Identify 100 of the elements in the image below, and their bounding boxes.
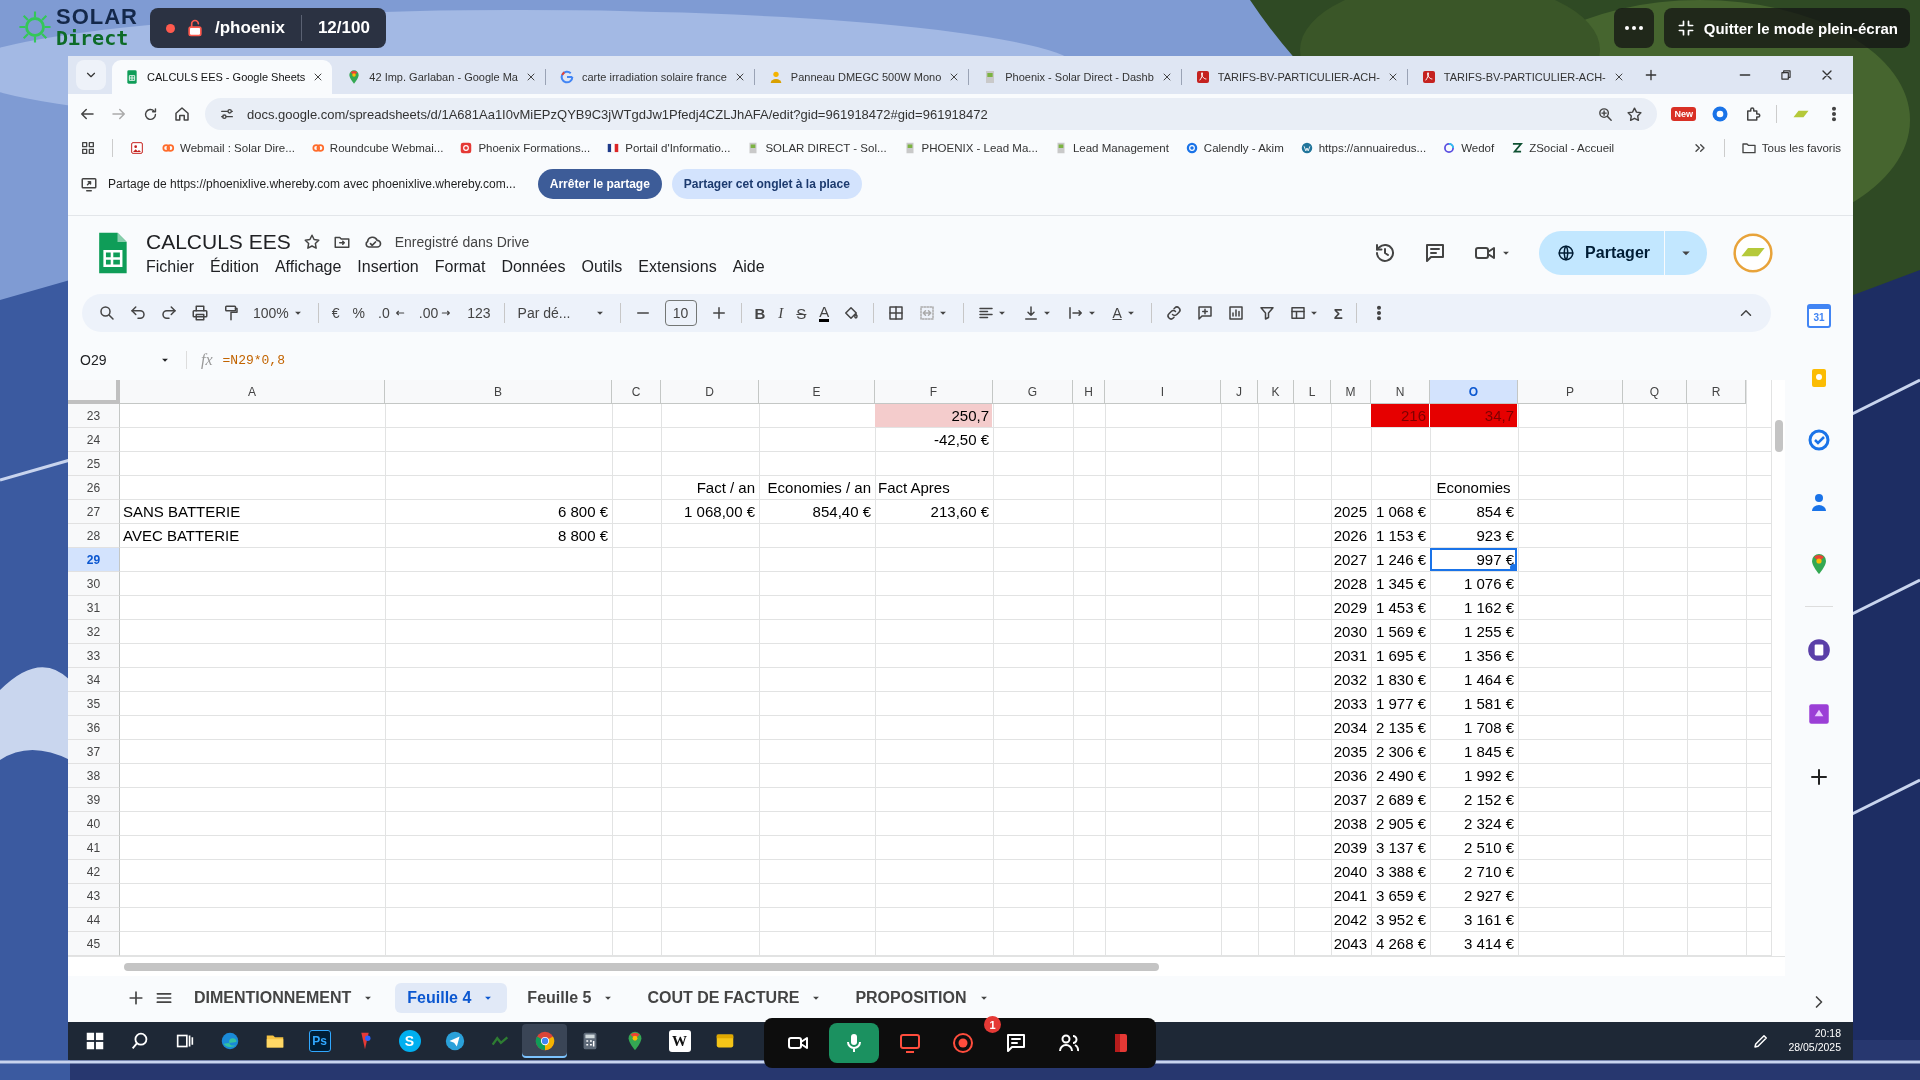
browser-tab[interactable]: TARIFS-BV-PARTICULIER-ACH- bbox=[1182, 60, 1407, 94]
row-header[interactable]: 45 bbox=[68, 932, 120, 956]
bookmark[interactable]: Lead Management bbox=[1053, 141, 1169, 155]
extension-icon[interactable] bbox=[1710, 104, 1730, 124]
bookmark[interactable]: Phoenix Formations... bbox=[459, 141, 591, 155]
extensions-icon[interactable] bbox=[1744, 105, 1762, 123]
bookmark[interactable]: Roundcube Webmai... bbox=[310, 141, 444, 155]
link-icon[interactable] bbox=[1164, 304, 1183, 322]
row-header[interactable]: 43 bbox=[68, 884, 120, 908]
zoom-dropdown[interactable]: 100% bbox=[253, 305, 305, 321]
column-header[interactable]: M bbox=[1331, 380, 1371, 404]
column-header[interactable]: J bbox=[1221, 380, 1258, 404]
print-icon[interactable] bbox=[191, 304, 209, 322]
strikethrough-button[interactable]: S bbox=[796, 304, 807, 322]
document-title[interactable]: CALCULS EES bbox=[146, 230, 291, 254]
menu-item[interactable]: Outils bbox=[581, 258, 623, 276]
fill-handle[interactable] bbox=[1510, 564, 1517, 571]
menu-item[interactable]: Édition bbox=[210, 258, 259, 276]
menu-item[interactable]: Données bbox=[501, 258, 566, 276]
fill-color-icon[interactable] bbox=[842, 304, 861, 322]
sheet-tab[interactable]: Feuille 5 bbox=[515, 983, 628, 1013]
bookmark[interactable]: https://annuairedus... bbox=[1299, 141, 1427, 155]
menu-item[interactable]: Insertion bbox=[357, 258, 419, 276]
row-header[interactable]: 44 bbox=[68, 908, 120, 932]
sheet-tab[interactable]: PROPOSITION bbox=[843, 983, 1003, 1013]
zoom-icon[interactable] bbox=[1597, 105, 1615, 123]
app-icon[interactable] bbox=[1806, 701, 1832, 727]
site-info-icon[interactable] bbox=[219, 106, 235, 122]
menu-item[interactable]: Fichier bbox=[146, 258, 194, 276]
scrollbar-thumb[interactable] bbox=[124, 962, 1159, 971]
browser-tab[interactable]: Panneau DMEGC 500W Mono bbox=[755, 60, 969, 94]
row-header[interactable]: 31 bbox=[68, 596, 120, 620]
font-dropdown[interactable]: Par dé... bbox=[517, 305, 607, 321]
table-icon[interactable] bbox=[1288, 304, 1307, 322]
bookmark[interactable]: PHOENIX - Lead Ma... bbox=[902, 141, 1038, 155]
taskbar-app[interactable]: Ps bbox=[297, 1024, 342, 1058]
menu-item[interactable]: Format bbox=[434, 258, 486, 276]
row-header[interactable]: 26 bbox=[68, 476, 120, 500]
paint-format-icon[interactable] bbox=[222, 304, 240, 322]
row-header[interactable]: 38 bbox=[68, 764, 120, 788]
share-button[interactable]: Partager bbox=[1539, 231, 1665, 275]
column-header[interactable]: L bbox=[1294, 380, 1331, 404]
column-header[interactable]: A bbox=[120, 380, 385, 404]
bookmark[interactable]: SOLAR DIRECT - Sol... bbox=[746, 141, 887, 155]
formula-field[interactable]: =N29*0,8 bbox=[222, 352, 285, 368]
row-header[interactable]: 39 bbox=[68, 788, 120, 812]
row-header[interactable]: 42 bbox=[68, 860, 120, 884]
bookmark[interactable]: ZSocial - Accueil bbox=[1510, 141, 1615, 155]
calendar-button[interactable]: 31 bbox=[1807, 304, 1831, 328]
menu-item[interactable]: Extensions bbox=[638, 258, 717, 276]
menu-item[interactable]: Affichage bbox=[274, 258, 342, 276]
row-header[interactable]: 36 bbox=[68, 716, 120, 740]
row-header[interactable]: 29 bbox=[68, 548, 120, 572]
bookmark[interactable]: Portail d'Informatio... bbox=[606, 141, 731, 155]
browser-tab[interactable]: Phoenix - Solar Direct - Dashb bbox=[970, 60, 1181, 94]
row-header[interactable]: 23 bbox=[68, 404, 120, 428]
more-button[interactable] bbox=[1613, 8, 1654, 48]
browser-tab[interactable]: carte irradiation solaire france bbox=[546, 60, 754, 94]
italic-button[interactable]: I bbox=[778, 304, 784, 322]
column-header[interactable]: E bbox=[759, 380, 875, 404]
column-header[interactable]: N bbox=[1371, 380, 1430, 404]
decrease-decimals-button[interactable]: .0 bbox=[378, 305, 406, 321]
cell-reference-field[interactable]: O29 bbox=[80, 352, 176, 368]
column-header[interactable]: I bbox=[1105, 380, 1221, 404]
bookmark-star-icon[interactable] bbox=[1626, 105, 1644, 123]
column-header[interactable]: D bbox=[661, 380, 759, 404]
row-header[interactable]: 28 bbox=[68, 524, 120, 548]
exit-fullscreen-button[interactable]: Quitter le mode plein-écran bbox=[1663, 8, 1910, 48]
column-header[interactable]: Q bbox=[1623, 380, 1687, 404]
row-header[interactable]: 27 bbox=[68, 500, 120, 524]
column-header[interactable]: B bbox=[385, 380, 612, 404]
bold-button[interactable]: B bbox=[754, 304, 766, 322]
row-header[interactable]: 33 bbox=[68, 644, 120, 668]
browser-tab[interactable]: 42 Imp. Garlaban - Google Ma bbox=[334, 60, 545, 94]
chart-icon[interactable] bbox=[1226, 304, 1245, 322]
merge-cells-icon[interactable] bbox=[918, 304, 937, 322]
reload-icon[interactable] bbox=[142, 105, 159, 123]
row-header[interactable]: 34 bbox=[68, 668, 120, 692]
row-header[interactable]: 24 bbox=[68, 428, 120, 452]
row-header[interactable]: 41 bbox=[68, 836, 120, 860]
row-header[interactable]: 30 bbox=[68, 572, 120, 596]
row-header[interactable]: 32 bbox=[68, 620, 120, 644]
browser-tab[interactable]: TARIFS-BV-PARTICULIER-ACH- bbox=[1408, 60, 1633, 94]
bookmark-folder[interactable]: Tous les favoris bbox=[1740, 140, 1841, 156]
filter-icon[interactable] bbox=[1257, 304, 1276, 322]
apps-icon[interactable] bbox=[80, 140, 96, 156]
column-header[interactable]: K bbox=[1258, 380, 1294, 404]
column-header[interactable]: C bbox=[612, 380, 661, 404]
functions-button[interactable]: Σ bbox=[1333, 304, 1343, 322]
stop-sharing-button[interactable]: Arrêter le partage bbox=[537, 168, 662, 199]
address-bar[interactable]: docs.google.com/spreadsheets/d/1A681Aa1I0vMiEPzQYB9C3jWTgdJw1Pfedj4CZLJhAFA/edit?gid=961918472#gid=961918472 bbox=[205, 98, 1658, 130]
bookmark[interactable]: Wedof bbox=[1442, 141, 1495, 155]
redo-icon[interactable] bbox=[160, 304, 178, 322]
image-icon[interactable] bbox=[129, 140, 145, 156]
restore-icon[interactable] bbox=[1779, 68, 1793, 82]
scrollbar-thumb[interactable] bbox=[1775, 420, 1783, 452]
row-header[interactable]: 25 bbox=[68, 452, 120, 476]
row-header[interactable]: 40 bbox=[68, 812, 120, 836]
column-header[interactable]: R bbox=[1687, 380, 1746, 404]
column-header[interactable]: P bbox=[1518, 380, 1623, 404]
